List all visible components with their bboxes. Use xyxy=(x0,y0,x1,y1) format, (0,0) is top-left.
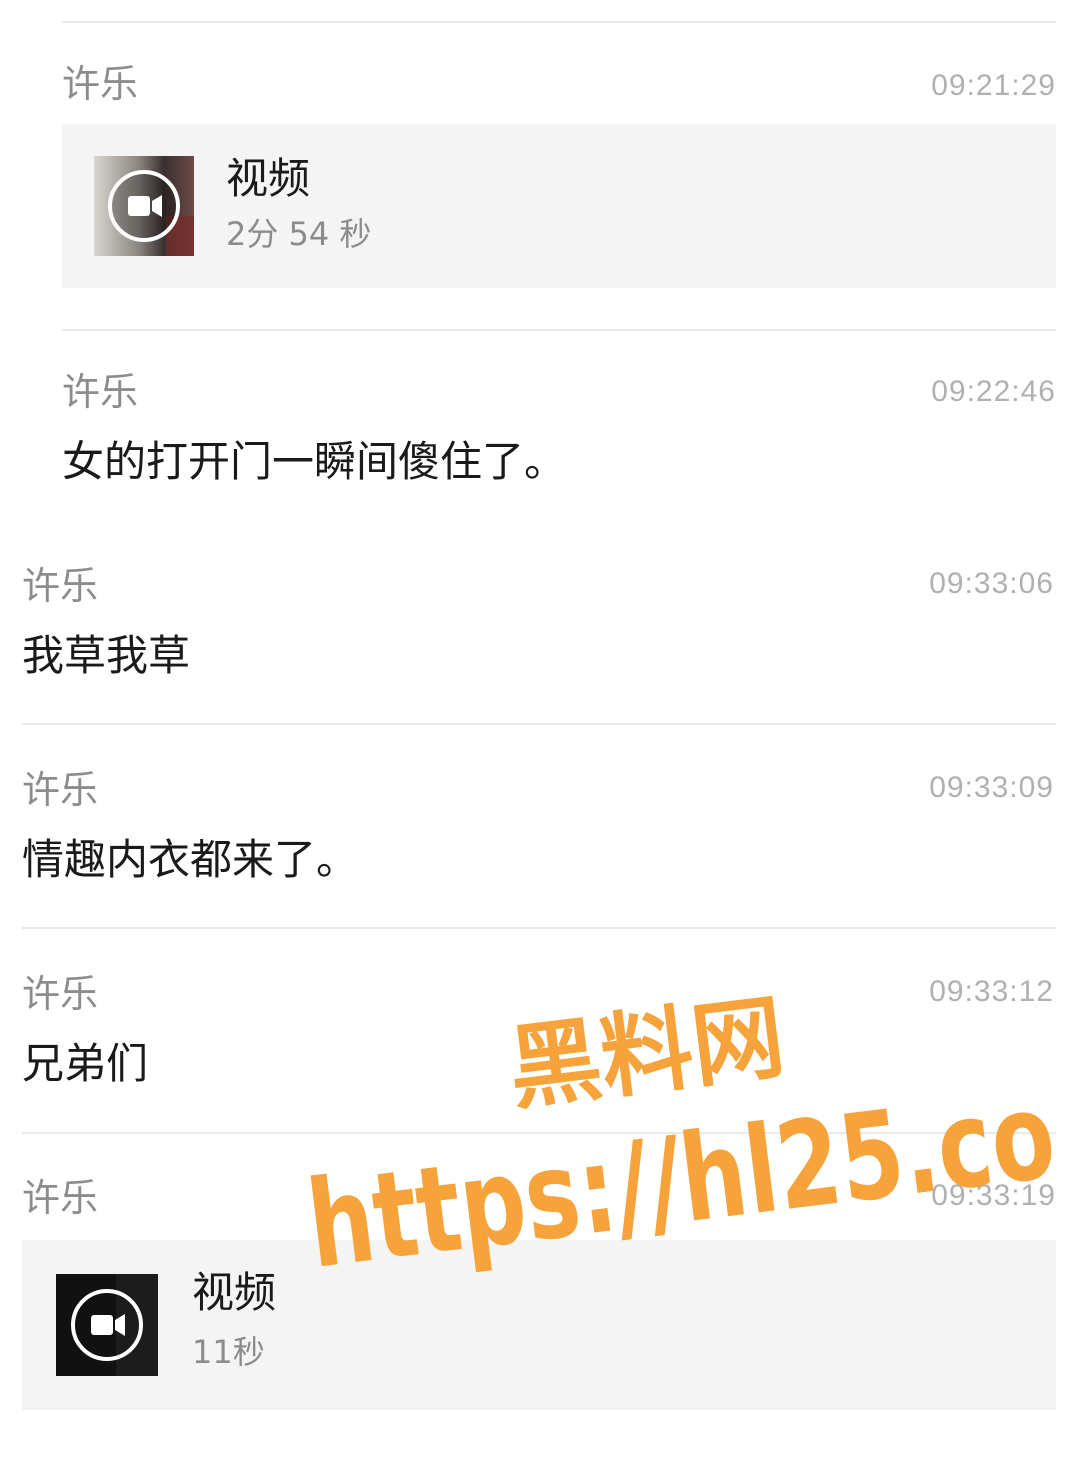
video-title: 视频 xyxy=(192,1268,277,1317)
message-text: 兄弟们 xyxy=(22,1039,149,1088)
sender-name: 许乐 xyxy=(22,972,99,1016)
divider xyxy=(62,329,1056,331)
message-item[interactable]: 许乐 09:22:46 女的打开门一瞬间傻住了。 xyxy=(62,370,1056,500)
sender-name: 许乐 xyxy=(22,1176,99,1220)
video-thumbnail[interactable] xyxy=(56,1274,158,1376)
message-text: 女的打开门一瞬间傻住了。 xyxy=(62,437,567,486)
video-card[interactable]: 视频 2分 54 秒 xyxy=(62,124,1056,288)
video-camera-icon xyxy=(71,1289,143,1361)
video-duration: 11秒 xyxy=(192,1333,265,1371)
sender-name: 许乐 xyxy=(62,370,139,414)
message-time: 09:21:29 xyxy=(931,69,1056,102)
video-camera-icon xyxy=(108,170,180,242)
message-time: 09:33:06 xyxy=(929,567,1054,600)
message-item[interactable]: 许乐 09:33:12 兄弟们 xyxy=(22,972,1054,1102)
divider xyxy=(22,723,1056,725)
message-item[interactable]: 许乐 09:33:06 我草我草 xyxy=(22,564,1054,694)
video-card[interactable]: 视频 11秒 xyxy=(22,1240,1056,1410)
message-time: 09:33:19 xyxy=(931,1179,1056,1212)
sender-name: 许乐 xyxy=(22,768,99,812)
sender-name: 许乐 xyxy=(62,62,139,106)
video-duration: 2分 54 秒 xyxy=(226,215,372,253)
message-time: 09:33:12 xyxy=(929,975,1054,1008)
chat-history-page: 许乐 09:21:29 视频 2分 54 秒 许乐 09:22:46 女的打开门… xyxy=(0,0,1080,1471)
video-thumbnail[interactable] xyxy=(94,156,194,256)
message-item[interactable]: 许乐 09:33:19 视频 11秒 xyxy=(22,1176,1056,1412)
divider xyxy=(62,21,1056,23)
message-text: 情趣内衣都来了。 xyxy=(22,835,359,884)
sender-name: 许乐 xyxy=(22,564,99,608)
message-text: 我草我草 xyxy=(22,631,191,680)
divider xyxy=(22,927,1056,929)
video-title: 视频 xyxy=(226,154,311,203)
message-item[interactable]: 许乐 09:21:29 视频 2分 54 秒 xyxy=(62,62,1056,290)
message-time: 09:22:46 xyxy=(931,375,1056,408)
divider xyxy=(22,1132,1056,1134)
message-time: 09:33:09 xyxy=(929,771,1054,804)
message-item[interactable]: 许乐 09:33:09 情趣内衣都来了。 xyxy=(22,768,1054,898)
